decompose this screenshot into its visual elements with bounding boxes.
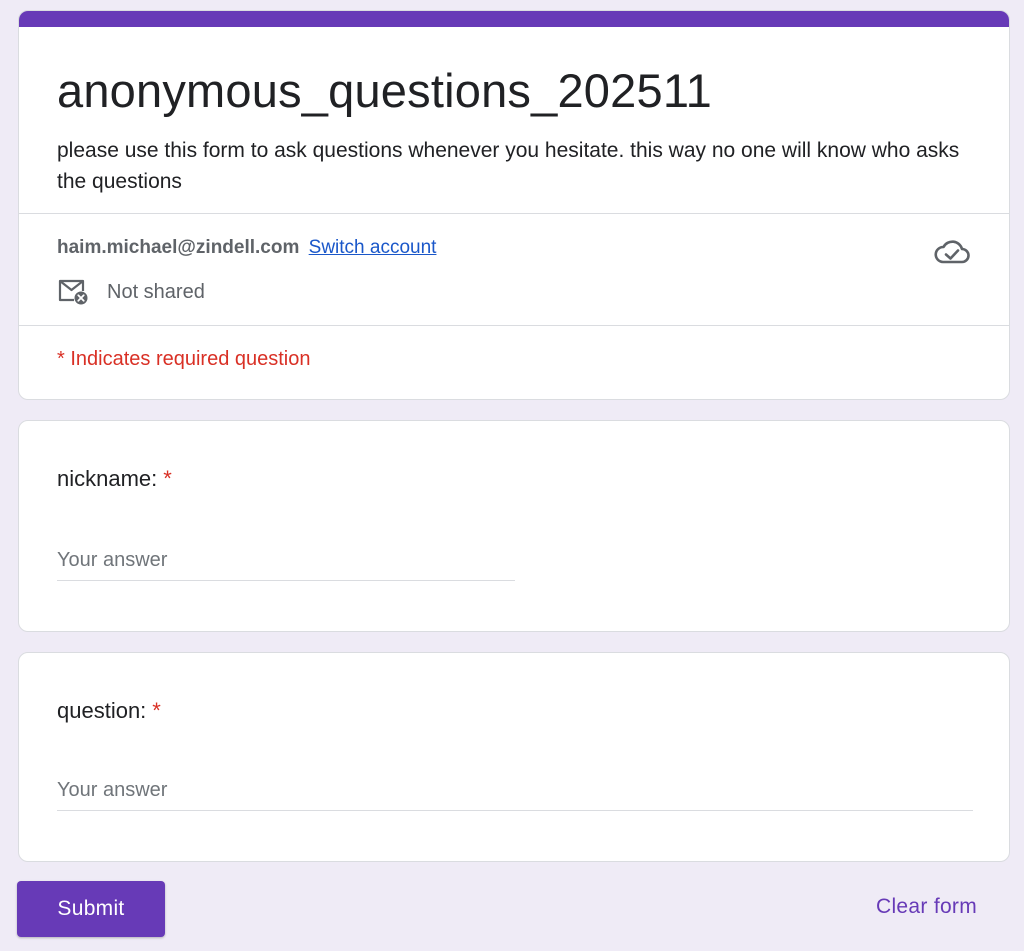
required-star: * [163, 466, 172, 491]
form-header-card: anonymous_questions_202511 please use th… [18, 10, 1010, 400]
form-description: please use this form to ask questions wh… [57, 139, 960, 193]
divider [19, 213, 1009, 214]
divider [19, 325, 1009, 326]
question-input[interactable] [57, 771, 973, 811]
cloud-done-icon[interactable] [933, 237, 971, 267]
account-email: haim.michael@zindell.com [57, 237, 300, 258]
account-row: haim.michael@zindell.com Switch account [57, 235, 436, 261]
mail-not-shared-icon [58, 279, 88, 305]
clear-form-button[interactable]: Clear form [876, 895, 977, 919]
required-note: * Indicates required question [57, 348, 311, 370]
sharing-status: Not shared [57, 277, 205, 307]
question-card-question: question: * [18, 652, 1010, 862]
submit-button[interactable]: Submit [17, 881, 165, 937]
accent-bar [19, 11, 1009, 27]
question-label-text: nickname: [57, 466, 158, 491]
question-card-nickname: nickname: * [18, 420, 1010, 632]
form-title: anonymous_questions_202511 [57, 64, 713, 117]
question-label-text: question: [57, 698, 147, 723]
nickname-input[interactable] [57, 541, 515, 581]
sharing-status-label: Not shared [107, 280, 205, 303]
question-label: question: * [57, 696, 161, 726]
required-star: * [152, 698, 161, 723]
question-label: nickname: * [57, 464, 172, 494]
switch-account-link[interactable]: Switch account [309, 237, 437, 258]
